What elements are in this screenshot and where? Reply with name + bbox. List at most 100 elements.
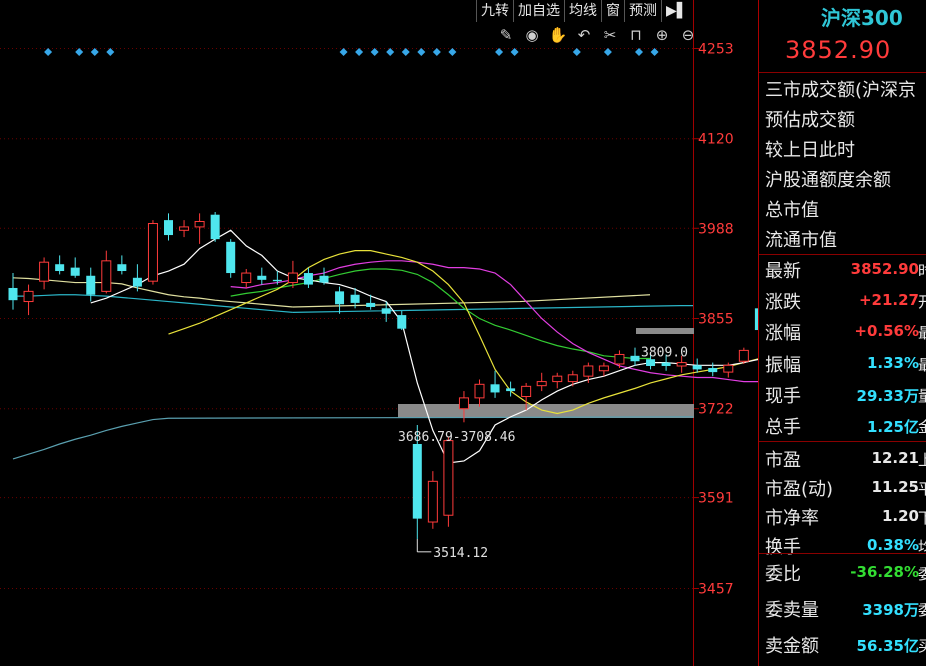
- candle-body: [194, 220, 205, 228]
- valuation-row: 市盈(动) 11.25平: [759, 475, 926, 503]
- candle-body: [179, 226, 190, 231]
- row-suffix: 委: [918, 563, 926, 584]
- candle-body: [661, 362, 671, 366]
- scissors-icon[interactable]: ✂: [600, 26, 620, 44]
- row-suffix: 最: [918, 322, 926, 343]
- candle-body: [630, 355, 640, 362]
- quote-row: 涨跌 +21.27开: [759, 288, 926, 316]
- order-row: 委比 -36.28%委: [759, 560, 926, 588]
- turnover-label: 三市成交额(沪深京: [765, 80, 917, 101]
- row-label: 现手: [765, 385, 801, 407]
- candle-body: [474, 383, 485, 399]
- candle-body: [39, 261, 50, 282]
- row-label: 总手: [765, 417, 801, 438]
- candle-body: [164, 220, 173, 236]
- range-label: 3686.79-3708.46: [398, 430, 515, 445]
- candle-body: [70, 267, 80, 276]
- candle-body: [598, 365, 609, 372]
- row-suffix: 委: [918, 599, 926, 620]
- row-value: 1.20: [881, 507, 919, 525]
- candle-body: [412, 444, 422, 519]
- moving-average-button[interactable]: 均线: [564, 0, 601, 22]
- row-value: 12.21: [871, 449, 919, 467]
- candle-body: [583, 365, 594, 377]
- order-row: 委卖量 3398万委: [759, 596, 926, 624]
- candle-body: [86, 275, 96, 295]
- divider: [759, 441, 926, 442]
- zoom-in-icon[interactable]: ⊕: [652, 26, 672, 44]
- row-suffix: 量: [918, 385, 926, 406]
- undo-icon[interactable]: ↶: [574, 26, 594, 44]
- row-suffix: 金: [918, 416, 926, 437]
- collapse-panel-icon[interactable]: ▶▌: [661, 0, 692, 22]
- row-value: 56.35亿: [856, 637, 919, 655]
- y-tick-label: 3855: [698, 312, 734, 328]
- candle-body: [723, 364, 734, 373]
- price-band: [636, 328, 694, 334]
- row-label: 振幅: [765, 354, 801, 376]
- candle-body: [427, 480, 438, 523]
- row-value: 1.33%: [866, 353, 919, 372]
- candlestick-chart[interactable]: 4253 4120 3988 3855 3722 3591 3457 3809.0 3514.1…: [0, 0, 758, 666]
- divider: [759, 553, 926, 554]
- candle-body: [614, 353, 625, 365]
- candle-body: [147, 223, 158, 282]
- candle-body: [117, 264, 127, 272]
- candle-body: [132, 277, 142, 287]
- jiuzhuan-button[interactable]: 九转: [476, 0, 513, 22]
- candle-body: [738, 349, 749, 362]
- candle-body: [257, 275, 267, 280]
- zoom-out-icon[interactable]: ⊖: [678, 26, 698, 44]
- candle-body: [55, 264, 65, 272]
- row-value: +0.56%: [854, 322, 919, 341]
- forecast-button[interactable]: 预测: [624, 0, 661, 22]
- hand-icon[interactable]: ✋: [548, 26, 568, 44]
- candle-body: [241, 272, 252, 284]
- candle-body: [101, 260, 112, 292]
- candle-body: [210, 214, 220, 240]
- y-tick-label: 4120: [698, 132, 734, 148]
- y-tick-label: 4253: [698, 42, 734, 58]
- divider: [759, 254, 926, 255]
- add-favorite-button[interactable]: 加自选: [513, 0, 564, 22]
- candle-body: [8, 287, 18, 301]
- row-suffix: 时: [918, 260, 926, 281]
- total-mkt-cap-label: 总市值: [765, 200, 819, 221]
- window-button[interactable]: 窗: [601, 0, 624, 22]
- row-suffix: 买: [918, 635, 926, 656]
- low-label: 3514.12: [433, 546, 488, 561]
- candle-body: [708, 368, 718, 373]
- candle-body: [536, 381, 547, 387]
- row-value: +21.27: [858, 291, 919, 310]
- y-tick-label: 3591: [698, 491, 734, 507]
- candle-body: [567, 374, 578, 383]
- valuation-row: 市净率 1.20下: [759, 504, 926, 532]
- candle-body: [676, 362, 687, 367]
- candle-body: [458, 397, 469, 410]
- quote-row: 现手 29.33万量: [759, 382, 926, 410]
- est-turnover-label: 预估成交额: [765, 110, 855, 131]
- row-value: 29.33万: [856, 386, 919, 405]
- row-value: 11.25: [871, 478, 919, 496]
- eye-icon[interactable]: ◉: [522, 26, 542, 44]
- row-value: 3852.90: [850, 260, 919, 278]
- y-tick-label: 3988: [698, 221, 734, 237]
- candle-body: [319, 275, 329, 283]
- chart-tool-icons: ✎ ◉ ✋ ↶ ✂ ⊓ ⊕ ⊖: [496, 26, 698, 44]
- row-label: 市盈: [765, 450, 801, 471]
- float-mkt-cap-label: 流通市值: [765, 230, 837, 251]
- lock-icon[interactable]: ⊓: [626, 26, 646, 44]
- candle-body: [303, 273, 313, 285]
- candle-body: [366, 302, 376, 307]
- y-tick-label: 3457: [698, 582, 734, 598]
- candle-body: [552, 375, 563, 383]
- quote-row: 最新 3852.90时: [759, 257, 926, 285]
- top-button-bar: 九转 加自选 均线 窗 预测 ▶▌: [476, 0, 692, 22]
- pen-icon[interactable]: ✎: [496, 26, 516, 44]
- candle-body: [506, 388, 516, 392]
- index-price: 3852.90: [785, 36, 892, 64]
- row-label: 最新: [765, 261, 801, 282]
- row-label: 涨跌: [765, 292, 801, 314]
- y-tick-label: 3722: [698, 402, 734, 418]
- candle-body: [443, 440, 454, 516]
